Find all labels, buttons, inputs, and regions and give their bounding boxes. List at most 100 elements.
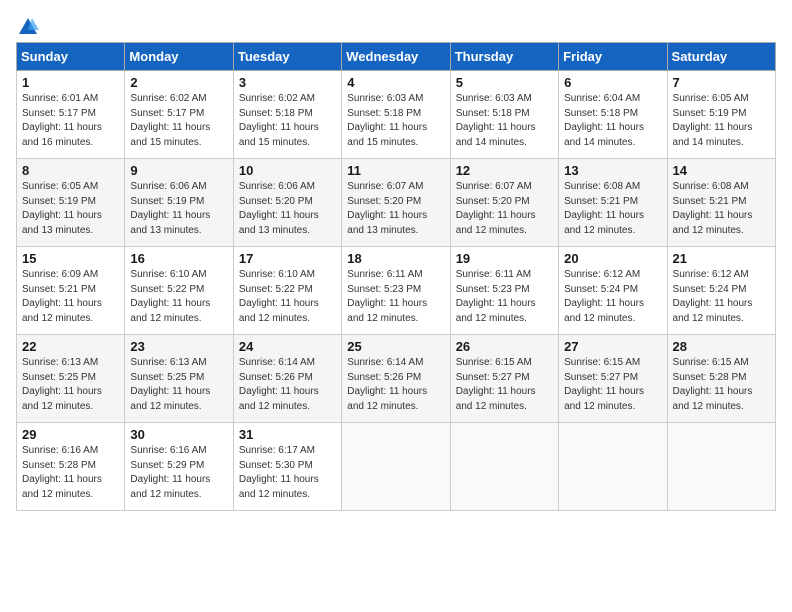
day-number: 31 [239,427,336,442]
day-number: 22 [22,339,119,354]
day-number: 29 [22,427,119,442]
calendar-cell: 18 Sunrise: 6:11 AMSunset: 5:23 PMDaylig… [342,247,450,335]
calendar-cell: 15 Sunrise: 6:09 AMSunset: 5:21 PMDaylig… [17,247,125,335]
day-detail: Sunrise: 6:02 AMSunset: 5:18 PMDaylight:… [239,93,319,148]
day-detail: Sunrise: 6:15 AMSunset: 5:28 PMDaylight:… [673,357,753,412]
day-detail: Sunrise: 6:05 AMSunset: 5:19 PMDaylight:… [673,93,753,148]
day-detail: Sunrise: 6:16 AMSunset: 5:28 PMDaylight:… [22,445,102,500]
day-number: 12 [456,163,553,178]
day-detail: Sunrise: 6:13 AMSunset: 5:25 PMDaylight:… [130,357,210,412]
weekday-header-row: SundayMondayTuesdayWednesdayThursdayFrid… [17,43,776,71]
calendar-cell: 24 Sunrise: 6:14 AMSunset: 5:26 PMDaylig… [233,335,341,423]
calendar-cell: 17 Sunrise: 6:10 AMSunset: 5:22 PMDaylig… [233,247,341,335]
calendar-cell: 8 Sunrise: 6:05 AMSunset: 5:19 PMDayligh… [17,159,125,247]
calendar-cell [667,423,775,511]
calendar-cell: 16 Sunrise: 6:10 AMSunset: 5:22 PMDaylig… [125,247,233,335]
calendar-cell: 12 Sunrise: 6:07 AMSunset: 5:20 PMDaylig… [450,159,558,247]
day-number: 15 [22,251,119,266]
calendar-cell: 11 Sunrise: 6:07 AMSunset: 5:20 PMDaylig… [342,159,450,247]
weekday-header-monday: Monday [125,43,233,71]
day-number: 25 [347,339,444,354]
day-number: 17 [239,251,336,266]
day-detail: Sunrise: 6:10 AMSunset: 5:22 PMDaylight:… [239,269,319,324]
calendar-cell: 6 Sunrise: 6:04 AMSunset: 5:18 PMDayligh… [559,71,667,159]
calendar-week-row: 1 Sunrise: 6:01 AMSunset: 5:17 PMDayligh… [17,71,776,159]
calendar-cell: 19 Sunrise: 6:11 AMSunset: 5:23 PMDaylig… [450,247,558,335]
day-number: 30 [130,427,227,442]
calendar-cell: 31 Sunrise: 6:17 AMSunset: 5:30 PMDaylig… [233,423,341,511]
calendar-cell [450,423,558,511]
day-number: 3 [239,75,336,90]
day-detail: Sunrise: 6:13 AMSunset: 5:25 PMDaylight:… [22,357,102,412]
day-detail: Sunrise: 6:06 AMSunset: 5:19 PMDaylight:… [130,181,210,236]
day-detail: Sunrise: 6:08 AMSunset: 5:21 PMDaylight:… [673,181,753,236]
day-detail: Sunrise: 6:06 AMSunset: 5:20 PMDaylight:… [239,181,319,236]
calendar-cell: 1 Sunrise: 6:01 AMSunset: 5:17 PMDayligh… [17,71,125,159]
calendar-cell: 27 Sunrise: 6:15 AMSunset: 5:27 PMDaylig… [559,335,667,423]
logo [16,16,40,34]
day-number: 7 [673,75,770,90]
day-number: 24 [239,339,336,354]
day-number: 23 [130,339,227,354]
day-number: 27 [564,339,661,354]
day-number: 11 [347,163,444,178]
calendar-cell: 4 Sunrise: 6:03 AMSunset: 5:18 PMDayligh… [342,71,450,159]
calendar-cell: 10 Sunrise: 6:06 AMSunset: 5:20 PMDaylig… [233,159,341,247]
day-number: 5 [456,75,553,90]
day-number: 18 [347,251,444,266]
day-detail: Sunrise: 6:08 AMSunset: 5:21 PMDaylight:… [564,181,644,236]
calendar-week-row: 22 Sunrise: 6:13 AMSunset: 5:25 PMDaylig… [17,335,776,423]
calendar-cell: 21 Sunrise: 6:12 AMSunset: 5:24 PMDaylig… [667,247,775,335]
calendar-cell: 22 Sunrise: 6:13 AMSunset: 5:25 PMDaylig… [17,335,125,423]
day-detail: Sunrise: 6:12 AMSunset: 5:24 PMDaylight:… [673,269,753,324]
weekday-header-wednesday: Wednesday [342,43,450,71]
day-detail: Sunrise: 6:01 AMSunset: 5:17 PMDaylight:… [22,93,102,148]
weekday-header-saturday: Saturday [667,43,775,71]
calendar-cell [342,423,450,511]
weekday-header-sunday: Sunday [17,43,125,71]
calendar-cell: 26 Sunrise: 6:15 AMSunset: 5:27 PMDaylig… [450,335,558,423]
day-detail: Sunrise: 6:11 AMSunset: 5:23 PMDaylight:… [347,269,427,324]
day-number: 20 [564,251,661,266]
day-detail: Sunrise: 6:02 AMSunset: 5:17 PMDaylight:… [130,93,210,148]
day-detail: Sunrise: 6:15 AMSunset: 5:27 PMDaylight:… [456,357,536,412]
day-number: 10 [239,163,336,178]
day-number: 4 [347,75,444,90]
day-detail: Sunrise: 6:15 AMSunset: 5:27 PMDaylight:… [564,357,644,412]
day-detail: Sunrise: 6:17 AMSunset: 5:30 PMDaylight:… [239,445,319,500]
calendar-cell: 20 Sunrise: 6:12 AMSunset: 5:24 PMDaylig… [559,247,667,335]
calendar-table: SundayMondayTuesdayWednesdayThursdayFrid… [16,42,776,511]
calendar-cell: 2 Sunrise: 6:02 AMSunset: 5:17 PMDayligh… [125,71,233,159]
day-number: 28 [673,339,770,354]
calendar-week-row: 15 Sunrise: 6:09 AMSunset: 5:21 PMDaylig… [17,247,776,335]
day-detail: Sunrise: 6:07 AMSunset: 5:20 PMDaylight:… [456,181,536,236]
calendar-cell: 25 Sunrise: 6:14 AMSunset: 5:26 PMDaylig… [342,335,450,423]
day-number: 1 [22,75,119,90]
calendar-cell [559,423,667,511]
logo-icon [17,16,39,38]
day-detail: Sunrise: 6:12 AMSunset: 5:24 PMDaylight:… [564,269,644,324]
calendar-cell: 23 Sunrise: 6:13 AMSunset: 5:25 PMDaylig… [125,335,233,423]
day-detail: Sunrise: 6:10 AMSunset: 5:22 PMDaylight:… [130,269,210,324]
day-detail: Sunrise: 6:03 AMSunset: 5:18 PMDaylight:… [347,93,427,148]
day-detail: Sunrise: 6:09 AMSunset: 5:21 PMDaylight:… [22,269,102,324]
day-number: 8 [22,163,119,178]
calendar-week-row: 29 Sunrise: 6:16 AMSunset: 5:28 PMDaylig… [17,423,776,511]
calendar-cell: 7 Sunrise: 6:05 AMSunset: 5:19 PMDayligh… [667,71,775,159]
day-number: 16 [130,251,227,266]
calendar-cell: 9 Sunrise: 6:06 AMSunset: 5:19 PMDayligh… [125,159,233,247]
calendar-cell: 29 Sunrise: 6:16 AMSunset: 5:28 PMDaylig… [17,423,125,511]
day-detail: Sunrise: 6:04 AMSunset: 5:18 PMDaylight:… [564,93,644,148]
day-number: 13 [564,163,661,178]
day-number: 19 [456,251,553,266]
day-detail: Sunrise: 6:05 AMSunset: 5:19 PMDaylight:… [22,181,102,236]
calendar-cell: 30 Sunrise: 6:16 AMSunset: 5:29 PMDaylig… [125,423,233,511]
day-detail: Sunrise: 6:14 AMSunset: 5:26 PMDaylight:… [347,357,427,412]
calendar-cell: 14 Sunrise: 6:08 AMSunset: 5:21 PMDaylig… [667,159,775,247]
day-number: 21 [673,251,770,266]
day-detail: Sunrise: 6:11 AMSunset: 5:23 PMDaylight:… [456,269,536,324]
weekday-header-thursday: Thursday [450,43,558,71]
calendar-cell: 5 Sunrise: 6:03 AMSunset: 5:18 PMDayligh… [450,71,558,159]
day-detail: Sunrise: 6:16 AMSunset: 5:29 PMDaylight:… [130,445,210,500]
day-detail: Sunrise: 6:03 AMSunset: 5:18 PMDaylight:… [456,93,536,148]
